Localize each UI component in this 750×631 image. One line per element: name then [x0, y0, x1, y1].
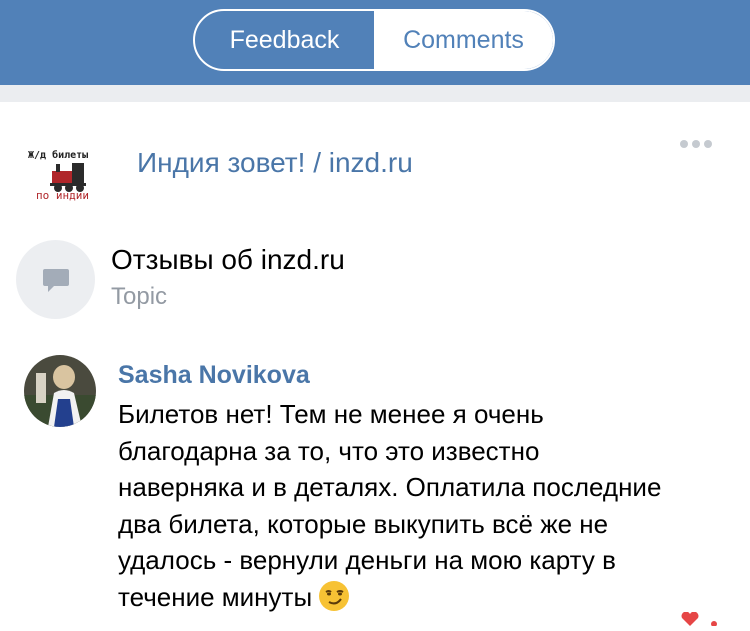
comment-line: наверняка и в деталях. Оплатила последни…	[118, 472, 662, 502]
comment-line: два билета, которые выкупить всё же не	[118, 508, 609, 539]
comment-line: течение минуты	[118, 581, 313, 612]
section-divider	[0, 85, 750, 102]
topic-bubble-icon	[42, 268, 69, 292]
comment-line: Билетов нет! Тем не менее я очень	[118, 399, 544, 429]
topic-type-label: Topic	[111, 283, 168, 310]
heart-icon[interactable]	[680, 611, 720, 631]
more-dots-icon[interactable]	[680, 140, 712, 148]
tab-comments[interactable]: Comments	[374, 11, 553, 69]
topic-title: Отзывы об inzd.ru	[111, 244, 345, 275]
comment-text: Билетов нет! Тем не менее я очень благод…	[118, 396, 738, 621]
segmented-control: Feedback Comments	[193, 9, 555, 71]
group-title[interactable]: Индия зовет! / inzd.ru	[137, 147, 413, 179]
logo-text-top: Ж/д билеты	[28, 149, 88, 161]
smirk-emoji-icon	[318, 580, 350, 622]
tab-feedback[interactable]: Feedback	[195, 11, 374, 69]
avatar[interactable]	[24, 355, 96, 427]
header-bar: Feedback Comments	[0, 0, 750, 85]
comment-line-last: течение минуты	[118, 579, 738, 622]
train-icon	[50, 163, 86, 192]
comment-line: благодарна за то, что это известно	[118, 435, 540, 466]
comment-line: удалось - вернули деньги на мою карту в	[118, 545, 616, 575]
comment-author[interactable]: Sasha Novikova	[118, 361, 310, 390]
topic-avatar	[16, 240, 95, 319]
logo-text-bottom: по индии	[36, 189, 89, 202]
group-logo[interactable]: Ж/д билеты по индии	[22, 133, 122, 209]
